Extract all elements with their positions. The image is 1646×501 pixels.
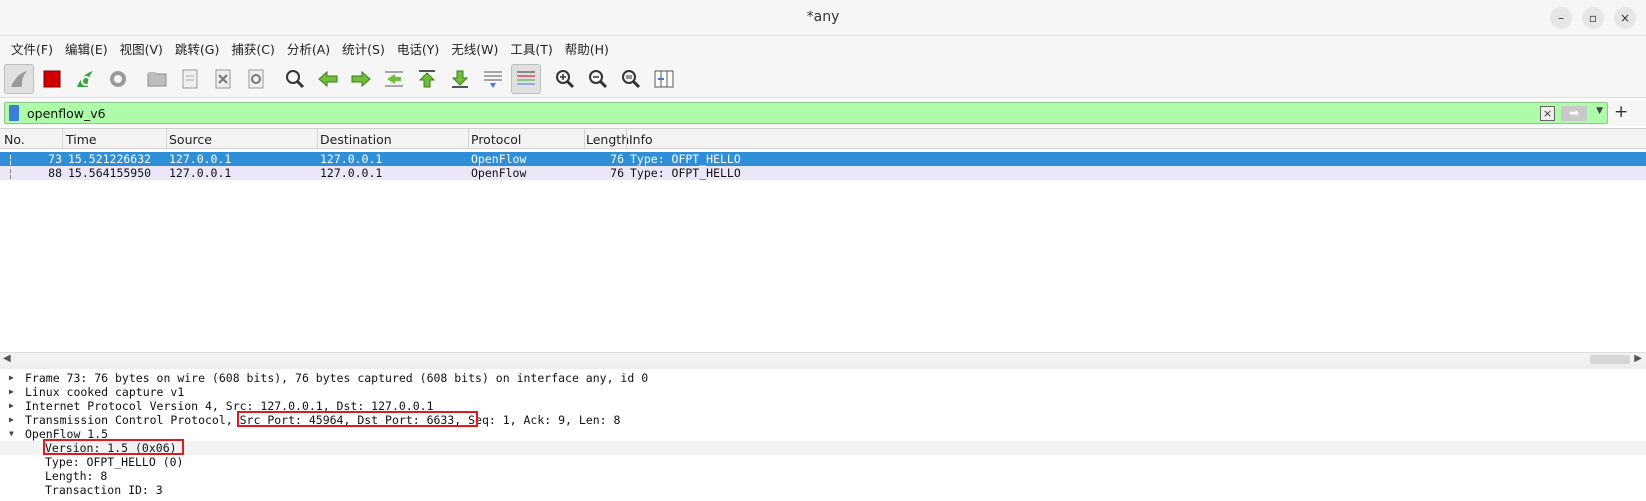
filter-bookmark-icon[interactable]	[9, 105, 19, 121]
go-to-packet-icon[interactable]	[379, 64, 409, 94]
version-highlight-box	[43, 439, 184, 455]
menu-statistics[interactable]: 统计(S)	[336, 39, 391, 58]
tree-item-transaction-id[interactable]: Transaction ID: 3	[0, 483, 1646, 497]
filter-text: openflow_v6	[27, 106, 106, 121]
go-first-packet-icon[interactable]	[412, 64, 442, 94]
close-button[interactable]: ×	[1614, 7, 1636, 29]
menu-file[interactable]: 文件(F)	[5, 39, 59, 58]
packet-row[interactable]: ¦ 73 15.521226632 127.0.0.1 127.0.0.1 Op…	[0, 152, 1646, 166]
colorize-list-icon[interactable]	[511, 63, 541, 94]
open-file-folder-icon[interactable]	[142, 64, 172, 94]
packet-no: 73	[48, 152, 62, 166]
zoom-in-icon[interactable]	[550, 64, 580, 94]
tree-item-openflow[interactable]: ▼ OpenFlow 1.5	[0, 427, 1646, 441]
collapse-arrow-icon[interactable]: ▼	[9, 427, 14, 441]
zoom-out-icon[interactable]	[583, 64, 613, 94]
col-length-header[interactable]: Length	[586, 132, 629, 147]
autoscroll-icon[interactable]	[478, 64, 508, 94]
maximize-button[interactable]: ▫	[1582, 7, 1604, 29]
tree-item-version[interactable]: Version: 1.5 (0x06)	[0, 441, 1646, 455]
col-info-header[interactable]: Info	[629, 132, 653, 147]
capture-options-gear-icon[interactable]	[103, 64, 133, 94]
shark-fin-start-icon[interactable]	[4, 63, 34, 94]
menu-bar: 文件(F) 编辑(E) 视图(V) 跳转(G) 捕获(C) 分析(A) 统计(S…	[0, 36, 1646, 60]
clear-filter-icon[interactable]: ×	[1540, 106, 1555, 121]
normal-size-icon[interactable]	[616, 64, 646, 94]
restart-capture-icon[interactable]	[70, 64, 100, 94]
col-destination-header[interactable]: Destination	[320, 132, 392, 147]
col-time-header[interactable]: Time	[66, 132, 97, 147]
scroll-right-arrow-icon[interactable]: ▶	[1634, 353, 1642, 364]
apply-filter-arrow-icon[interactable]: ➡	[1561, 106, 1587, 121]
add-filter-button[interactable]: +	[1614, 102, 1628, 122]
packet-row[interactable]: ¦ 88 15.564155950 127.0.0.1 127.0.0.1 Op…	[0, 166, 1646, 180]
go-forward-arrow-icon[interactable]	[346, 64, 376, 94]
display-filter-input[interactable]: openflow_v6 × ➡ ▼	[4, 102, 1608, 124]
close-file-icon[interactable]	[208, 64, 238, 94]
expand-arrow-icon[interactable]: ▶	[9, 413, 14, 427]
packet-info: Type: OFPT_HELLO	[630, 166, 741, 180]
find-packet-icon[interactable]	[280, 64, 310, 94]
packet-source: 127.0.0.1	[169, 152, 232, 166]
scrollbar-thumb[interactable]	[1590, 355, 1630, 364]
packet-time: 15.564155950	[68, 166, 152, 180]
packet-no: 88	[48, 166, 62, 180]
tree-item-length[interactable]: Length: 8	[0, 469, 1646, 483]
expand-arrow-icon[interactable]: ▶	[9, 371, 14, 385]
minimize-button[interactable]: –	[1550, 7, 1572, 29]
window-title: *any	[806, 9, 840, 25]
menu-view[interactable]: 视图(V)	[114, 39, 169, 58]
menu-analyze[interactable]: 分析(A)	[281, 39, 336, 58]
tree-item-linux-cooked[interactable]: ▶ Linux cooked capture v1	[0, 385, 1646, 399]
menu-capture[interactable]: 捕获(C)	[225, 39, 280, 58]
menu-wireless[interactable]: 无线(W)	[445, 39, 504, 58]
title-bar: *any – ▫ ×	[0, 0, 1646, 36]
packet-length: 76	[610, 166, 624, 180]
resize-columns-icon[interactable]	[649, 64, 679, 94]
col-no-header[interactable]: No.	[4, 132, 25, 147]
go-last-packet-icon[interactable]	[445, 64, 475, 94]
packet-protocol: OpenFlow	[471, 152, 527, 166]
packet-source: 127.0.0.1	[169, 166, 232, 180]
filter-dropdown-chevron-icon[interactable]: ▼	[1596, 106, 1603, 116]
packet-details-tree: ▶ Frame 73: 76 bytes on wire (608 bits),…	[0, 369, 1646, 501]
menu-edit[interactable]: 编辑(E)	[59, 39, 114, 58]
scroll-left-arrow-icon[interactable]: ◀	[3, 353, 11, 364]
packet-time: 15.521226632	[68, 152, 152, 166]
tree-item-type[interactable]: Type: OFPT_HELLO (0)	[0, 455, 1646, 469]
ports-highlight-box	[237, 411, 478, 427]
main-toolbar	[0, 60, 1646, 98]
reload-file-icon[interactable]	[241, 64, 271, 94]
tree-item-frame[interactable]: ▶ Frame 73: 76 bytes on wire (608 bits),…	[0, 371, 1646, 385]
packet-length: 76	[610, 152, 624, 166]
packet-list: No. Time Source Destination Protocol Len…	[0, 128, 1646, 365]
menu-help[interactable]: 帮助(H)	[559, 39, 615, 58]
display-filter-bar: openflow_v6 × ➡ ▼ +	[0, 100, 1646, 126]
packet-destination: 127.0.0.1	[320, 152, 383, 166]
save-file-icon[interactable]	[175, 64, 205, 94]
packet-destination: 127.0.0.1	[320, 166, 383, 180]
menu-telephony[interactable]: 电话(Y)	[391, 39, 445, 58]
go-back-arrow-icon[interactable]	[313, 64, 343, 94]
expand-arrow-icon[interactable]: ▶	[9, 385, 14, 399]
expand-arrow-icon[interactable]: ▶	[9, 399, 14, 413]
stop-capture-icon[interactable]	[37, 64, 67, 94]
col-protocol-header[interactable]: Protocol	[471, 132, 521, 147]
packet-protocol: OpenFlow	[471, 166, 527, 180]
menu-go[interactable]: 跳转(G)	[169, 39, 225, 58]
packet-info: Type: OFPT_HELLO	[630, 152, 741, 166]
packet-list-header: No. Time Source Destination Protocol Len…	[0, 129, 1646, 149]
col-source-header[interactable]: Source	[169, 132, 212, 147]
menu-tools[interactable]: 工具(T)	[504, 39, 558, 58]
